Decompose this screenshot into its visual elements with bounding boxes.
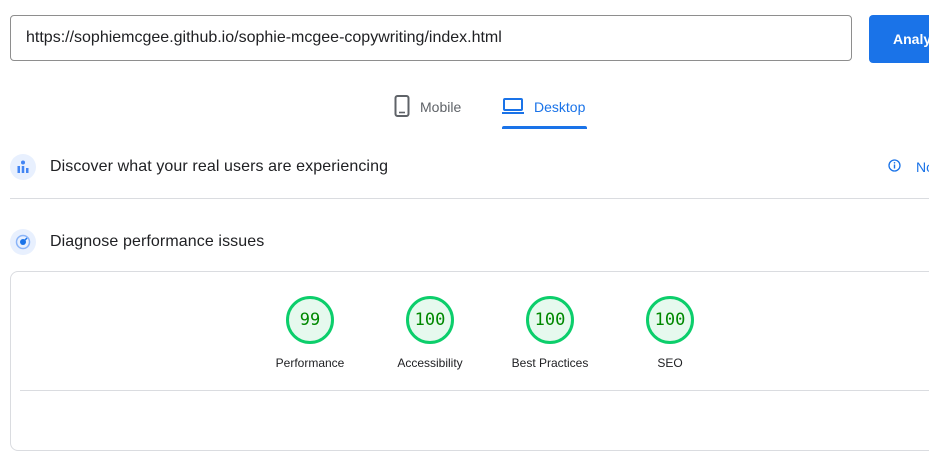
score-gauge-accessibility[interactable]: 100 Accessibility (370, 296, 490, 370)
laptop-icon (502, 97, 524, 118)
score-gauge-seo[interactable]: 100 SEO (610, 296, 730, 370)
score-value: 99 (286, 296, 334, 344)
score-label: Performance (275, 356, 345, 370)
tab-mobile[interactable]: Mobile (394, 92, 461, 122)
analyze-button[interactable]: Analyze (869, 15, 929, 63)
tab-desktop-label: Desktop (534, 99, 586, 115)
tab-mobile-label: Mobile (420, 99, 462, 115)
score-value: 100 (406, 296, 454, 344)
mobile-phone-icon (394, 94, 410, 120)
score-label: Accessibility (397, 356, 463, 370)
discover-section-header: Discover what your real users are experi… (10, 154, 388, 180)
diagnose-title: Diagnose performance issues (50, 233, 265, 250)
score-label: Best Practices (511, 356, 589, 370)
score-gauge-best-practices[interactable]: 100 Best Practices (490, 296, 610, 370)
url-input[interactable]: https://sophiemcgee.github.io/sophie-mcg… (10, 15, 852, 61)
users-chart-icon (10, 154, 36, 180)
score-value: 100 (646, 296, 694, 344)
no-data-link[interactable]: No Data (888, 159, 929, 175)
discover-title: Discover what your real users are experi… (50, 158, 389, 175)
score-gauge-performance[interactable]: 99 Performance (250, 296, 370, 370)
no-data-link-text: No Data (916, 159, 929, 175)
score-label: SEO (657, 356, 683, 370)
info-icon (888, 159, 901, 175)
score-value: 100 (526, 296, 574, 344)
section-divider (10, 198, 929, 199)
diagnose-section-header: Diagnose performance issues (10, 229, 264, 255)
speed-gauge-icon (10, 229, 36, 255)
selected-tab-indicator (502, 126, 587, 129)
tab-desktop[interactable]: Desktop (502, 92, 585, 122)
card-divider (20, 390, 929, 391)
